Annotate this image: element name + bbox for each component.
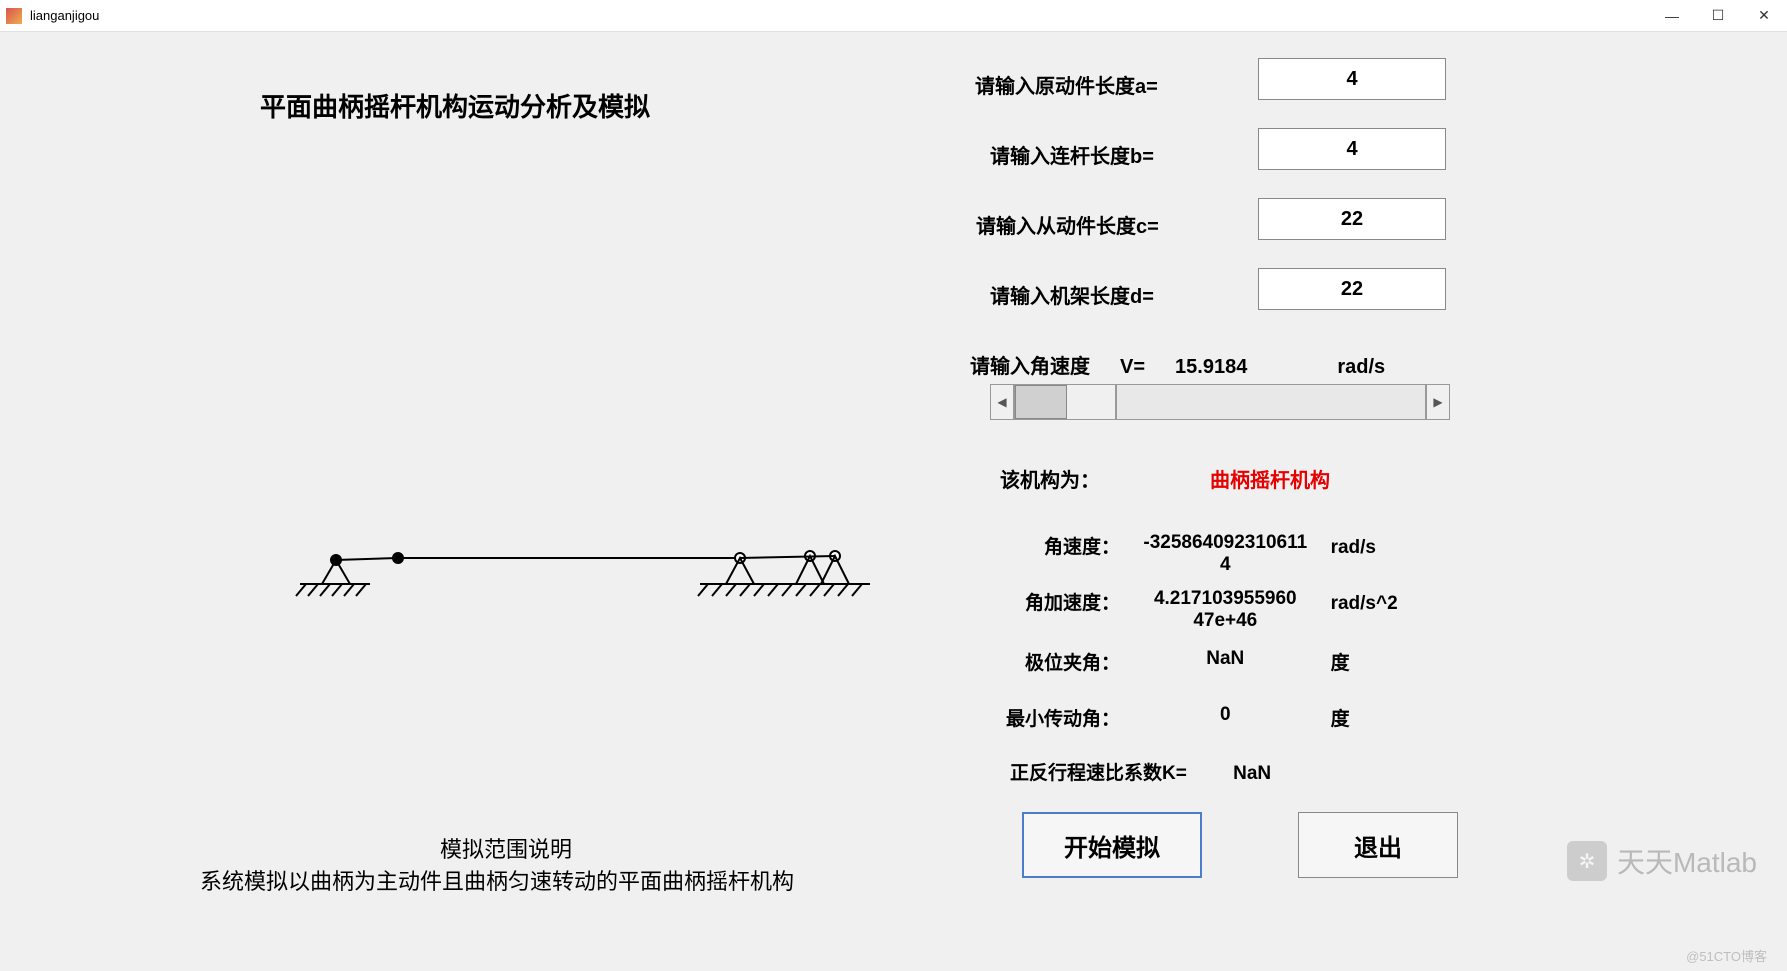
slider-track[interactable]	[1116, 384, 1426, 420]
min-label: 最小传动角：	[990, 704, 1120, 731]
maximize-button[interactable]: ☐	[1695, 0, 1741, 32]
input-d[interactable]: 22	[1258, 268, 1446, 310]
slider-left-arrow-icon[interactable]: ◀	[990, 384, 1014, 420]
watermark-small: @51CTO博客	[1686, 946, 1767, 965]
acc-value: 4.217103955960 47e+46	[1125, 588, 1325, 632]
input-b[interactable]: 4	[1258, 128, 1446, 170]
min-unit: 度	[1331, 704, 1411, 731]
description-title: 模拟范围说明	[440, 832, 572, 864]
vel-label: 角速度：	[990, 532, 1120, 559]
wechat-icon: ✲	[1567, 841, 1607, 881]
angular-label: 请输入角速度	[970, 350, 1090, 379]
output-velocity-row: 角速度： -325864092310611 4 rad/s	[990, 532, 1411, 576]
mechanism-type-value: 曲柄摇杆机构	[1210, 464, 1330, 493]
slider-track-left[interactable]	[1014, 384, 1116, 420]
vel-unit: rad/s	[1331, 537, 1411, 559]
content-area: 平面曲柄摇杆机构运动分析及模拟	[0, 32, 1787, 971]
label-b: 请输入连杆长度b=	[990, 140, 1154, 169]
minimize-button[interactable]: —	[1649, 0, 1695, 32]
input-a[interactable]: 4	[1258, 58, 1446, 100]
window-title: lianganjigou	[30, 8, 99, 23]
label-a: 请输入原动件长度a=	[975, 70, 1158, 99]
start-simulation-button[interactable]: 开始模拟	[1022, 812, 1202, 878]
acc-label: 角加速度：	[990, 588, 1120, 615]
output-angle-row: 极位夹角： NaN 度	[990, 648, 1411, 675]
app-icon	[6, 8, 22, 24]
exit-button[interactable]: 退出	[1298, 812, 1458, 878]
angular-unit: rad/s	[1337, 356, 1385, 379]
acc-unit: rad/s^2	[1331, 593, 1411, 615]
k-label: 正反行程速比系数K=	[1010, 763, 1187, 784]
ang-unit: 度	[1331, 648, 1411, 675]
page-title: 平面曲柄摇杆机构运动分析及模拟	[260, 87, 650, 124]
min-value: 0	[1125, 704, 1325, 726]
input-c[interactable]: 22	[1258, 198, 1446, 240]
slider-thumb[interactable]	[1015, 385, 1067, 419]
angular-value: 15.9184	[1175, 356, 1247, 379]
description-text: 系统模拟以曲柄为主动件且曲柄匀速转动的平面曲柄摇杆机构	[200, 864, 794, 896]
label-d: 请输入机架长度d=	[990, 280, 1154, 309]
output-k-row: 正反行程速比系数K= NaN	[1010, 758, 1282, 785]
window-controls: — ☐ ✕	[1649, 0, 1787, 32]
angular-symbol: V=	[1120, 356, 1145, 379]
close-button[interactable]: ✕	[1741, 0, 1787, 32]
watermark: ✲ 天天Matlab	[1567, 841, 1757, 881]
watermark-text: 天天Matlab	[1617, 841, 1757, 881]
k-value: NaN	[1222, 763, 1282, 785]
ang-label: 极位夹角：	[990, 648, 1120, 675]
output-min-angle-row: 最小传动角： 0 度	[990, 704, 1411, 731]
angular-slider[interactable]: ◀ ▶	[990, 384, 1450, 420]
vel-value: -325864092310611 4	[1125, 532, 1325, 576]
mechanism-type-label: 该机构为：	[1000, 464, 1100, 493]
slider-right-arrow-icon[interactable]: ▶	[1426, 384, 1450, 420]
label-c: 请输入从动件长度c=	[976, 210, 1159, 239]
output-acceleration-row: 角加速度： 4.217103955960 47e+46 rad/s^2	[990, 588, 1411, 632]
mechanism-diagram	[260, 512, 910, 632]
titlebar: lianganjigou — ☐ ✕	[0, 0, 1787, 32]
ang-value: NaN	[1125, 648, 1325, 670]
angular-velocity-row: 请输入角速度 V= 15.9184 rad/s	[970, 350, 1385, 379]
